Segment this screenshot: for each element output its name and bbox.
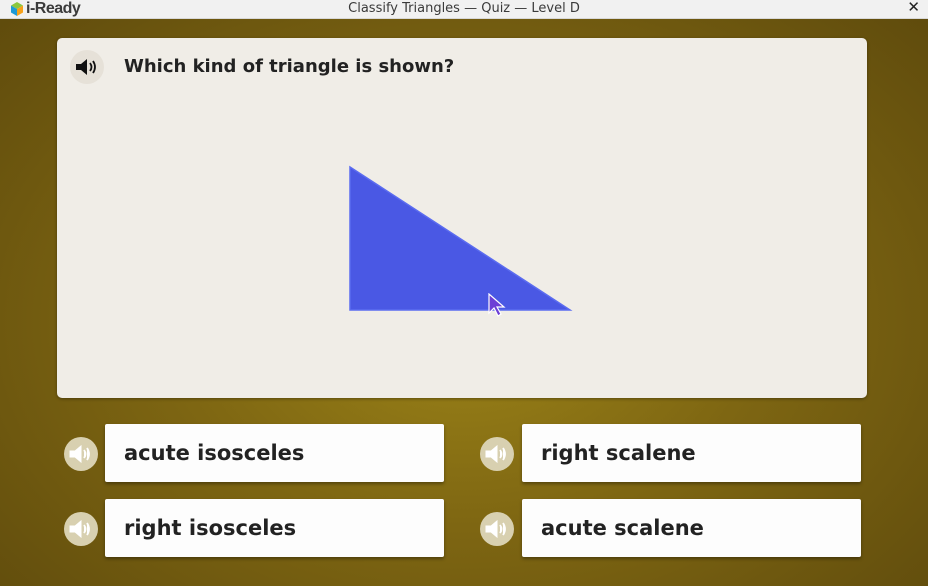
speaker-icon — [485, 520, 506, 538]
question-audio-button[interactable] — [70, 50, 104, 84]
answer-option-acute-isosceles[interactable]: acute isosceles — [105, 424, 444, 482]
answer-label: acute scalene — [541, 516, 704, 540]
triangle-figure — [349, 165, 573, 311]
answer-2-audio-button[interactable] — [480, 437, 514, 471]
question-card: Which kind of triangle is shown? — [57, 38, 867, 398]
speaker-icon — [69, 520, 90, 538]
answer-option-right-isosceles[interactable]: right isosceles — [105, 499, 444, 557]
mouse-cursor-icon — [488, 293, 506, 317]
speaker-icon — [485, 445, 506, 463]
answer-label: right isosceles — [124, 516, 297, 540]
speaker-icon — [69, 445, 90, 463]
answer-label: right scalene — [541, 441, 696, 465]
speaker-icon — [76, 59, 96, 75]
question-text: Which kind of triangle is shown? — [124, 56, 455, 77]
right-triangle-shape — [349, 165, 573, 311]
answer-label: acute isosceles — [124, 441, 305, 465]
close-button[interactable]: ✕ — [907, 0, 920, 16]
answer-option-right-scalene[interactable]: right scalene — [522, 424, 861, 482]
answer-3-audio-button[interactable] — [64, 512, 98, 546]
answer-4-audio-button[interactable] — [480, 512, 514, 546]
title-bar: i-Ready Classify Triangles — Quiz — Leve… — [0, 0, 928, 19]
answer-option-acute-scalene[interactable]: acute scalene — [522, 499, 861, 557]
answer-1-audio-button[interactable] — [64, 437, 98, 471]
window-title: Classify Triangles — Quiz — Level D — [348, 1, 580, 16]
